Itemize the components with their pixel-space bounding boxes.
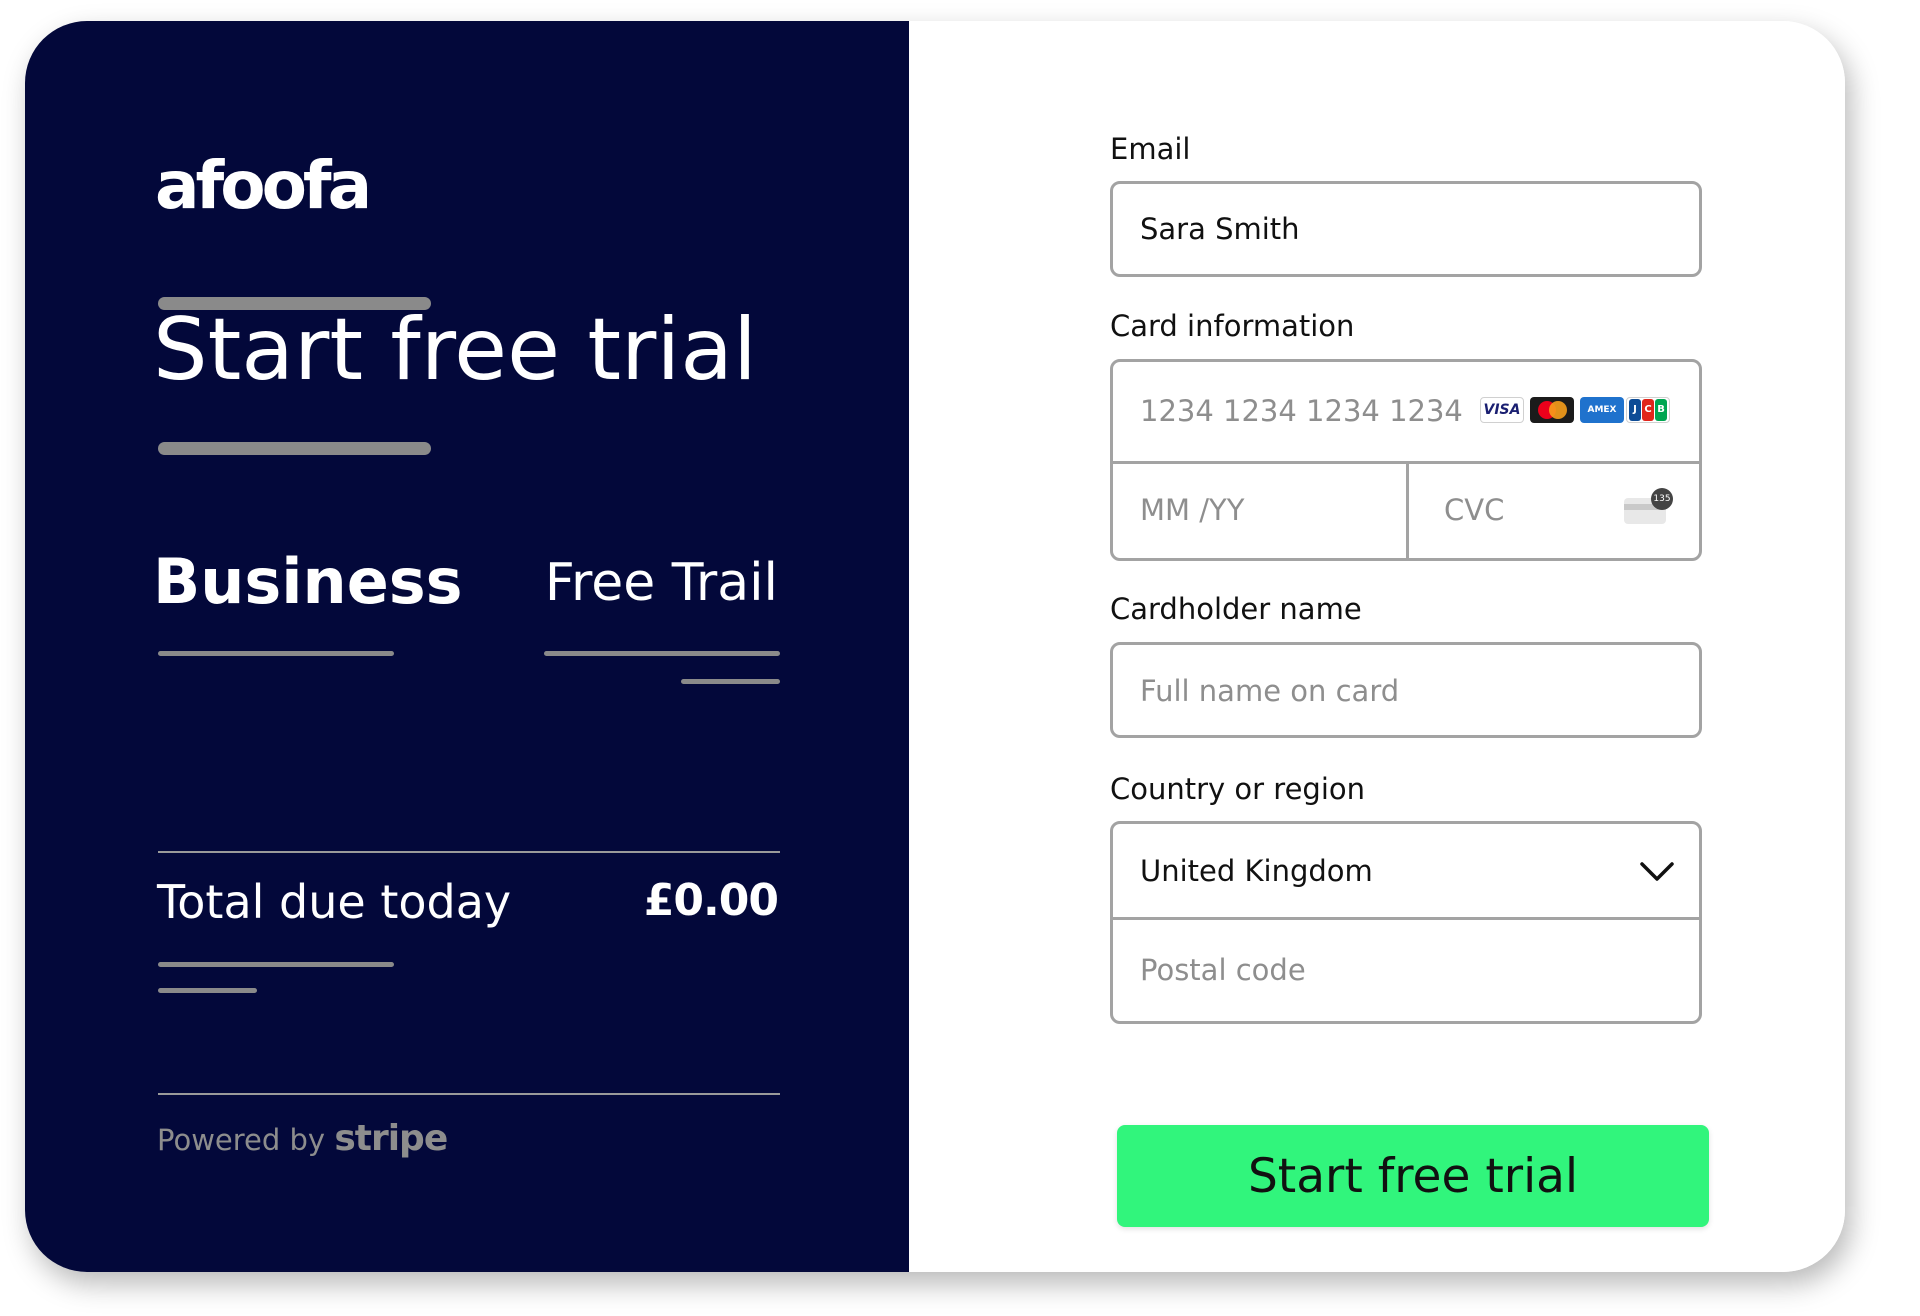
jcb-icon: JCB	[1626, 397, 1670, 423]
cvc-placeholder: CVC	[1444, 493, 1505, 527]
postal-code-placeholder: Postal code	[1140, 953, 1306, 987]
card-info-group: 1234 1234 1234 1234 VISA AMEX JCB MM /YY…	[1110, 359, 1702, 561]
country-value: United Kingdom	[1140, 854, 1373, 888]
visa-icon: VISA	[1480, 397, 1524, 423]
total-label: Total due today	[157, 875, 512, 929]
decor-line	[158, 962, 394, 967]
mastercard-icon	[1530, 397, 1574, 423]
cardholder-label: Cardholder name	[1110, 592, 1362, 626]
page-title: Start free trial	[153, 300, 757, 400]
stripe-logo: stripe	[334, 1118, 448, 1159]
chevron-down-icon	[1640, 862, 1674, 881]
order-summary-panel: afoofa Start free trial Business Free Tr…	[25, 21, 909, 1272]
cardholder-placeholder: Full name on card	[1140, 674, 1400, 708]
summary-divider	[158, 851, 780, 853]
email-label: Email	[1110, 132, 1191, 166]
email-field[interactable]: Sara Smith	[1110, 181, 1702, 277]
decor-bar-bottom	[158, 442, 431, 455]
start-free-trial-button[interactable]: Start free trial	[1117, 1125, 1709, 1227]
amex-icon: AMEX	[1580, 397, 1624, 423]
country-select[interactable]: United Kingdom	[1113, 824, 1699, 917]
decor-line	[158, 651, 394, 656]
powered-by-stripe[interactable]: Powered by stripe	[157, 1118, 448, 1159]
powered-by-text: Powered by	[157, 1123, 326, 1157]
summary-divider	[158, 1093, 780, 1095]
plan-price: Free Trail	[544, 553, 778, 613]
email-value: Sara Smith	[1140, 212, 1300, 246]
postal-code-input[interactable]: Postal code	[1113, 920, 1699, 1021]
expiry-input[interactable]: MM /YY	[1113, 464, 1406, 558]
card-number-placeholder: 1234 1234 1234 1234	[1140, 394, 1463, 428]
payment-form: Email Sara Smith Card information 1234 1…	[909, 21, 1845, 1272]
cvc-card-icon: 135	[1624, 488, 1673, 526]
decor-line	[158, 988, 257, 993]
decor-line	[544, 651, 780, 656]
country-label: Country or region	[1110, 772, 1366, 806]
card-info-label: Card information	[1110, 309, 1355, 343]
checkout-card: afoofa Start free trial Business Free Tr…	[25, 21, 1845, 1272]
afoofa-logo: afoofa	[155, 147, 372, 224]
plan-name: Business	[153, 545, 463, 618]
cardholder-name-input[interactable]: Full name on card	[1110, 642, 1702, 738]
decor-line	[681, 679, 780, 684]
country-postal-group: United Kingdom Postal code	[1110, 821, 1702, 1024]
expiry-placeholder: MM /YY	[1140, 493, 1245, 527]
total-value: £0.00	[643, 875, 779, 926]
card-number-input[interactable]: 1234 1234 1234 1234 VISA AMEX JCB	[1113, 362, 1699, 461]
cvc-input[interactable]: CVC 135	[1409, 464, 1699, 558]
